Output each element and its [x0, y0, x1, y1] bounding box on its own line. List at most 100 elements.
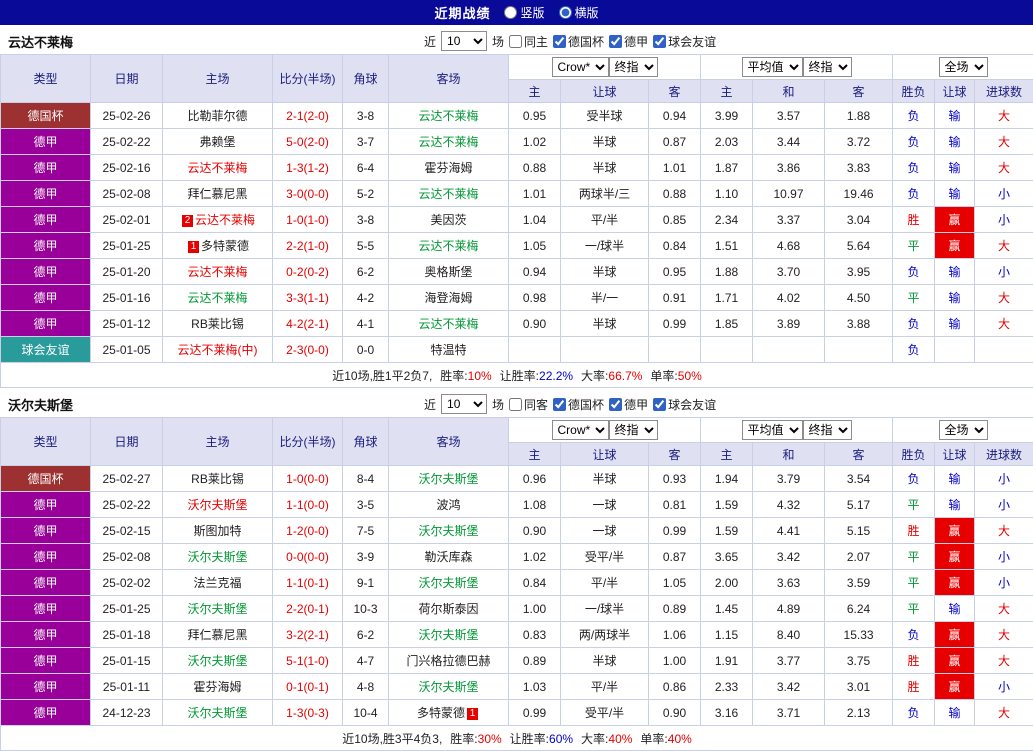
avg-source-select[interactable]: 平均值 [742, 57, 803, 77]
filter-checkbox[interactable] [609, 398, 622, 411]
avg-select-group: 平均值终指 [701, 55, 893, 80]
avg-home-odds: 1.59 [701, 492, 753, 518]
layout-radio-horizontal[interactable]: 横版 [559, 4, 599, 21]
away-team: 云达不莱梅 [389, 233, 509, 259]
match-date: 25-01-25 [91, 233, 163, 259]
corner-score: 6-2 [343, 622, 389, 648]
avg-home-odds: 1.88 [701, 259, 753, 285]
score: 1-2(0-0) [273, 518, 343, 544]
odds-stage-select[interactable]: 终指 [609, 420, 658, 440]
match-date: 25-01-05 [91, 337, 163, 363]
filter-option-德甲[interactable]: 德甲 [609, 396, 648, 413]
match-date: 25-01-15 [91, 648, 163, 674]
filter-option-同主[interactable]: 同主 [509, 33, 548, 50]
filter-checkbox[interactable] [609, 35, 622, 48]
layout-radio-vertical[interactable]: 竖版 [504, 4, 544, 21]
filter-option-德国杯[interactable]: 德国杯 [553, 33, 604, 50]
match-row: 德甲25-01-25沃尔夫斯堡2-2(0-1)10-3荷尔斯泰因1.00一/球半… [1, 596, 1033, 622]
filter-option-球会友谊[interactable]: 球会友谊 [653, 33, 716, 50]
goals-result: 大 [975, 596, 1033, 622]
filter-checkbox[interactable] [553, 35, 566, 48]
result: 负 [893, 103, 935, 129]
result: 负 [893, 155, 935, 181]
ah-home-odds: 1.02 [509, 129, 561, 155]
odds-source-select[interactable]: Crow* [552, 57, 609, 77]
filter-checkbox[interactable] [653, 35, 666, 48]
match-type-badge: 德甲 [1, 570, 91, 596]
match-count-select[interactable]: 10 [441, 394, 487, 414]
section-team: 云达不莱梅 [8, 32, 73, 51]
team-name: 美因茨 [430, 213, 466, 227]
column-header: 客 [825, 443, 893, 466]
home-team: 2云达不莱梅 [163, 207, 273, 233]
avg-home-odds: 3.16 [701, 700, 753, 726]
filter-option-球会友谊[interactable]: 球会友谊 [653, 396, 716, 413]
ah-away-odds: 0.87 [649, 129, 701, 155]
avg-home-odds: 1.94 [701, 466, 753, 492]
team-name: 沃尔夫斯堡 [418, 472, 478, 486]
match-type-badge: 德甲 [1, 622, 91, 648]
avg-home-odds: 2.00 [701, 570, 753, 596]
filter-option-德甲[interactable]: 德甲 [609, 33, 648, 50]
filter-checkbox[interactable] [509, 398, 522, 411]
column-header: 类型 [1, 55, 91, 103]
avg-stage-select[interactable]: 终指 [803, 57, 852, 77]
handicap: 一/球半 [561, 596, 649, 622]
corner-score: 0-0 [343, 337, 389, 363]
avg-home-odds: 3.65 [701, 544, 753, 570]
filter-checkbox[interactable] [553, 398, 566, 411]
score: 2-2(1-0) [273, 233, 343, 259]
filter-option-同客[interactable]: 同客 [509, 396, 548, 413]
scope-select[interactable]: 全场 [939, 420, 988, 440]
team-name: 云达不莱梅(中) [178, 343, 258, 357]
match-type-badge: 德甲 [1, 518, 91, 544]
summary-stat-label: 单率: [650, 369, 677, 383]
match-date: 25-02-01 [91, 207, 163, 233]
away-team: 多特蒙德1 [389, 700, 509, 726]
result: 负 [893, 622, 935, 648]
handicap-result: 赢 [935, 233, 975, 259]
horizontal-layout-radio[interactable] [559, 6, 572, 19]
home-team: 拜仁慕尼黑 [163, 181, 273, 207]
avg-draw-odds: 4.89 [753, 596, 825, 622]
match-count-select[interactable]: 10 [441, 31, 487, 51]
ah-home-odds: 1.02 [509, 544, 561, 570]
avg-away-odds: 3.88 [825, 311, 893, 337]
avg-away-odds: 6.24 [825, 596, 893, 622]
handicap-result: 赢 [935, 570, 975, 596]
odds-stage-select[interactable]: 终指 [609, 57, 658, 77]
result: 平 [893, 544, 935, 570]
column-header: 进球数 [975, 443, 1033, 466]
ah-away-odds: 0.87 [649, 544, 701, 570]
result: 负 [893, 129, 935, 155]
handicap-result: 输 [935, 103, 975, 129]
vertical-layout-radio[interactable] [504, 6, 517, 19]
filter-checkbox[interactable] [653, 398, 666, 411]
column-header: 让球 [935, 80, 975, 103]
goals-result: 大 [975, 285, 1033, 311]
ah-home-odds: 1.05 [509, 233, 561, 259]
team-name: 霍芬海姆 [193, 680, 241, 694]
score: 3-3(1-1) [273, 285, 343, 311]
column-header: 主场 [163, 418, 273, 466]
score: 2-2(0-1) [273, 596, 343, 622]
avg-draw-odds: 3.37 [753, 207, 825, 233]
away-team: 美因茨 [389, 207, 509, 233]
ah-home-odds: 0.98 [509, 285, 561, 311]
team-name: 奥格斯堡 [424, 265, 472, 279]
avg-source-select[interactable]: 平均值 [742, 420, 803, 440]
handicap: 一球 [561, 518, 649, 544]
filter-option-德国杯[interactable]: 德国杯 [553, 396, 604, 413]
scope-select[interactable]: 全场 [939, 57, 988, 77]
avg-stage-select[interactable]: 终指 [803, 420, 852, 440]
column-header: 胜负 [893, 443, 935, 466]
avg-home-odds: 2.34 [701, 207, 753, 233]
corner-score: 3-8 [343, 103, 389, 129]
column-header: 比分(半场) [273, 55, 343, 103]
ah-home-odds: 0.88 [509, 155, 561, 181]
team-name: RB莱比锡 [191, 317, 244, 331]
match-date: 25-02-08 [91, 544, 163, 570]
filter-checkbox[interactable] [509, 35, 522, 48]
odds-source-select[interactable]: Crow* [552, 420, 609, 440]
team-name: 沃尔夫斯堡 [418, 576, 478, 590]
